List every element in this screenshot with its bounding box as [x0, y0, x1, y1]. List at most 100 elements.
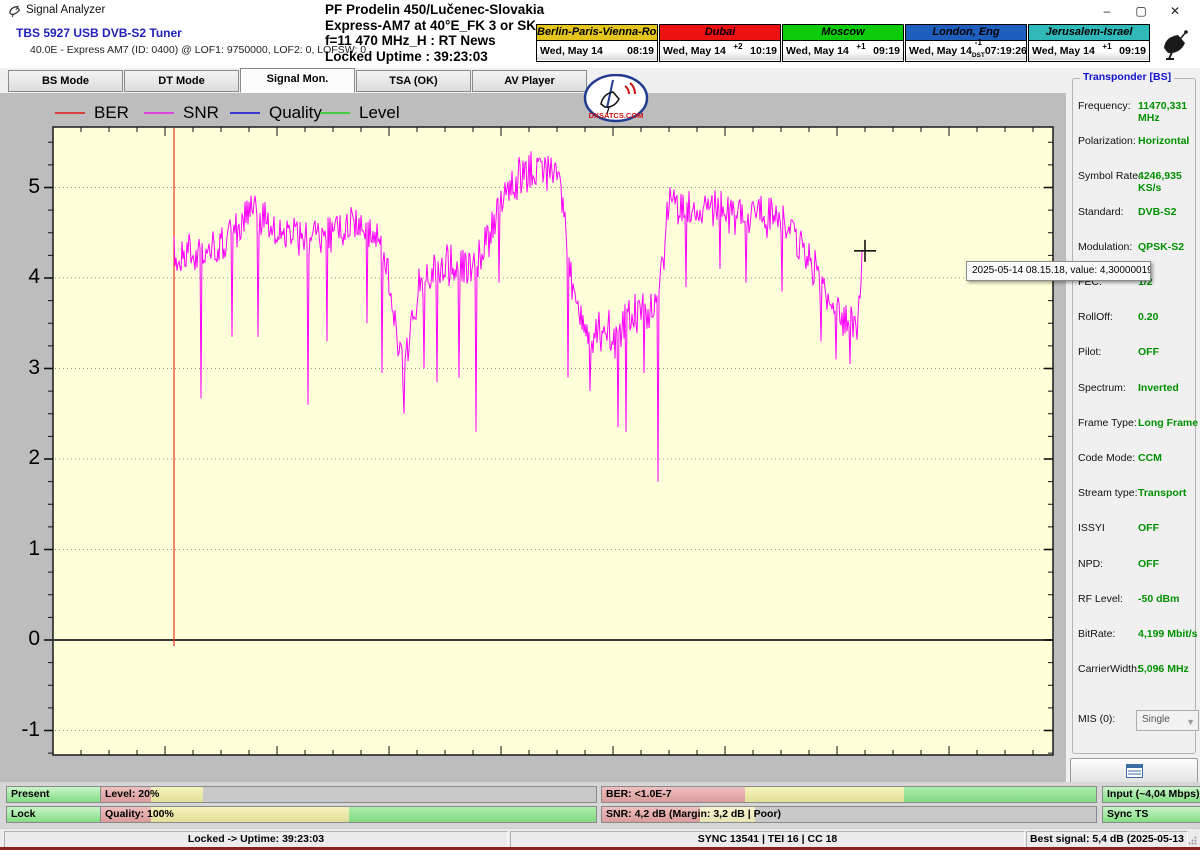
transponder-title: Transponder [BS] — [1080, 71, 1174, 83]
chevron-down-icon: ▼ — [1186, 714, 1195, 731]
legend-item-level: Level — [320, 105, 400, 121]
status-bar: Locked -> Uptime: 39:23:03SYNC 13541 | T… — [0, 828, 1200, 848]
clock-time-row: Wed, May 14+210:19 — [660, 41, 780, 60]
satellite-dish-icon — [1158, 28, 1192, 62]
clock-time-row: Wed, May 14-1DST07:19:26 — [906, 41, 1026, 60]
mis-label: MIS (0): — [1078, 713, 1115, 725]
clock-time: 10:19 — [750, 45, 777, 57]
panel-tool-button[interactable] — [1070, 758, 1198, 784]
transponder-label: Spectrum: — [1078, 382, 1126, 394]
bar-ber: BER: <1.0E-7 — [601, 786, 1097, 803]
transponder-value: 0.20 — [1138, 311, 1158, 323]
bar-segment — [349, 807, 596, 822]
clock-moscow: MoscowWed, May 14+109:19 — [782, 24, 904, 62]
bar-level: Level: 20% — [100, 786, 597, 803]
transponder-label: NPD: — [1078, 558, 1103, 570]
transponder-value: 11470,331 MHz — [1138, 100, 1200, 124]
transponder-label: Standard: — [1078, 206, 1124, 218]
transponder-value: Inverted — [1138, 382, 1179, 394]
bar-segment — [904, 787, 1096, 802]
bar-text: Level: 20% — [105, 787, 159, 802]
clock-time-row: Wed, May 14+109:19 — [783, 41, 903, 60]
legend-line-swatch — [55, 112, 85, 114]
close-button[interactable]: ✕ — [1158, 0, 1192, 22]
minimize-button[interactable]: – — [1090, 0, 1124, 22]
clock-city: Berlin-Paris-Vienna-Roma — [537, 25, 657, 41]
bar-text: SNR: 4,2 dB (Margin: 3,2 dB | Poor) — [606, 807, 781, 822]
statusbar-cell: SYNC 13541 | TEI 16 | CC 18 — [510, 831, 1025, 848]
legend-item-quality: Quality — [230, 105, 322, 121]
clock-time-row: Wed, May 14+109:19 — [1029, 41, 1149, 60]
clock-utc-offset: +2 — [726, 42, 750, 51]
y-axis-label: 5 — [0, 175, 40, 199]
dxsatcs-logo: DXSATCS.COM — [583, 74, 649, 124]
transponder-value: QPSK-S2 — [1138, 241, 1184, 253]
badge-sync: Sync TS — [1102, 806, 1200, 823]
transponder-value: Horizontal — [1138, 135, 1189, 147]
clock-city: London, Eng — [906, 25, 1026, 41]
header-line: Locked Uptime : 39:23:03 — [325, 49, 555, 65]
bar-text: BER: <1.0E-7 — [606, 787, 672, 802]
transponder-value: Long Frame — [1138, 417, 1198, 429]
transponder-value: OFF — [1138, 558, 1159, 570]
tab-av-player[interactable]: AV Player — [472, 70, 587, 92]
tab-bs-mode[interactable]: BS Mode — [8, 70, 123, 92]
app-icon — [8, 4, 22, 18]
transponder-label: Code Mode: — [1078, 452, 1135, 464]
maximize-button[interactable]: ▢ — [1124, 0, 1158, 22]
clock-berlin-paris-vienna-roma: Berlin-Paris-Vienna-Roma Wed, May 14 08:19 — [536, 24, 658, 62]
transponder-value: 4246,935 KS/s — [1138, 170, 1200, 194]
transponder-label: Symbol Rate: — [1078, 170, 1141, 182]
transponder-value: DVB-S2 — [1138, 206, 1177, 218]
badge-lock: Lock — [6, 806, 102, 823]
clock-time: 07:19:26 — [985, 45, 1027, 57]
transponder-value: 4,199 Mbit/s — [1138, 628, 1198, 640]
y-axis-label: 3 — [0, 356, 40, 380]
tab-tsa-ok-[interactable]: TSA (OK) — [356, 70, 471, 92]
header-line: PF Prodelin 450/Lučenec-Slovakia — [325, 2, 555, 18]
y-axis-label: 0 — [0, 627, 40, 651]
tab-dt-mode[interactable]: DT Mode — [124, 70, 239, 92]
clock-date: Wed, May 14 — [540, 45, 603, 57]
transponder-value: Transport — [1138, 487, 1186, 499]
transponder-value: 5,096 MHz — [1138, 663, 1189, 675]
reception-header: PF Prodelin 450/Lučenec-SlovakiaExpress-… — [325, 2, 555, 64]
bar-snr: SNR: 4,2 dB (Margin: 3,2 dB | Poor) — [601, 806, 1097, 823]
tab-signal-mon-[interactable]: Signal Mon. — [240, 68, 355, 93]
tuner-details: 40.0E - Express AM7 (ID: 0400) @ LOF1: 9… — [30, 44, 366, 56]
transponder-label: Pilot: — [1078, 346, 1101, 358]
mis-select[interactable]: Single ▼ — [1136, 710, 1199, 731]
legend-line-swatch — [230, 112, 260, 114]
clock-date: Wed, May 14 — [786, 45, 849, 57]
header-line: f=11 470 MHz_H : RT News — [325, 33, 555, 49]
clock-date: Wed, May 14 — [1032, 45, 1095, 57]
clock-date: Wed, May 14 — [663, 45, 726, 57]
clock-city: Dubai — [660, 25, 780, 41]
tuner-name: TBS 5927 USB DVB-S2 Tuner — [16, 26, 182, 40]
y-axis-label: 4 — [0, 265, 40, 289]
clock-dubai: DubaiWed, May 14+210:19 — [659, 24, 781, 62]
y-axis-label: -1 — [0, 718, 40, 742]
title-bar: Signal Analyzer – ▢ ✕ — [0, 0, 1200, 22]
clock-time: 08:19 — [627, 45, 654, 57]
signal-plot[interactable] — [40, 120, 1070, 768]
clock-city: Jerusalem-Israel — [1029, 25, 1149, 41]
svg-text:DXSATCS.COM: DXSATCS.COM — [589, 111, 644, 120]
bar-segment — [745, 787, 904, 802]
resize-grip[interactable] — [1188, 836, 1197, 845]
clock-city: Moscow — [783, 25, 903, 41]
transponder-label: RF Level: — [1078, 593, 1123, 605]
legend-item-snr: SNR — [144, 105, 219, 121]
y-axis-label: 1 — [0, 537, 40, 561]
clock-utc-offset: -1DST — [972, 38, 985, 56]
badge-present: Present — [6, 786, 102, 803]
world-clocks: Berlin-Paris-Vienna-Roma Wed, May 14 08:19… — [536, 24, 1151, 62]
transponder-label: BitRate: — [1078, 628, 1115, 640]
transponder-label: Polarization: — [1078, 135, 1136, 147]
transponder-label: Stream type: — [1078, 487, 1138, 499]
legend-line-swatch — [320, 112, 350, 114]
transponder-value: OFF — [1138, 346, 1159, 358]
transponder-value: CCM — [1138, 452, 1162, 464]
clock-jerusalem-israel: Jerusalem-IsraelWed, May 14+109:19 — [1028, 24, 1150, 62]
clock-london-eng: London, EngWed, May 14-1DST07:19:26 — [905, 24, 1027, 62]
